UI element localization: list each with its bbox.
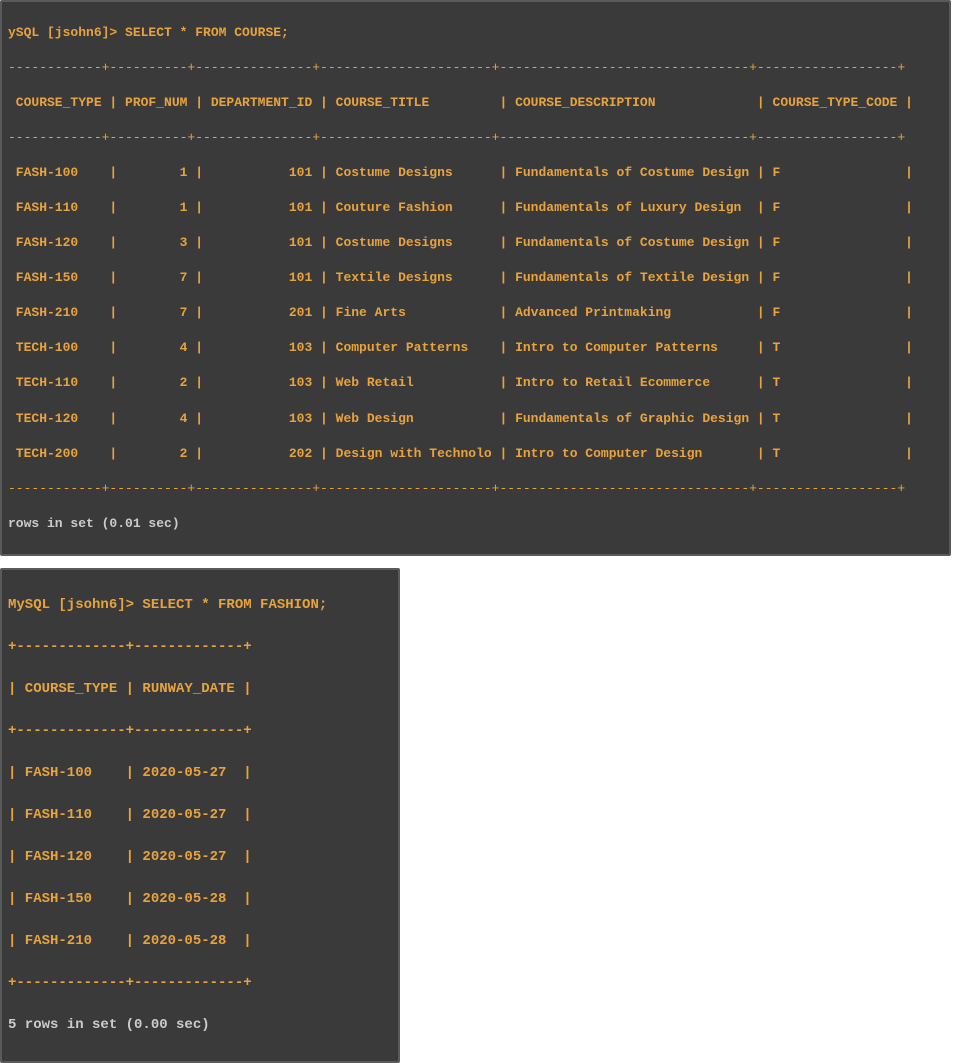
table-row: TECH-200 | 2 | 202 | Design with Technol… — [8, 445, 943, 463]
result-summary-fashion: 5 rows in set (0.00 sec) — [8, 1015, 392, 1036]
table-row: FASH-100 | 1 | 101 | Costume Designs | F… — [8, 164, 943, 182]
table-row: TECH-120 | 4 | 103 | Web Design | Fundam… — [8, 410, 943, 428]
table-row: | FASH-100 | 2020-05-27 | — [8, 763, 392, 784]
table-border-mid: ------------+----------+---------------+… — [8, 129, 943, 147]
table-row: | FASH-150 | 2020-05-28 | — [8, 889, 392, 910]
table-row: FASH-120 | 3 | 101 | Costume Designs | F… — [8, 234, 943, 252]
table-row: TECH-100 | 4 | 103 | Computer Patterns |… — [8, 339, 943, 357]
table-border-mid: +-------------+-------------+ — [8, 721, 392, 742]
mysql-terminal-course: ySQL [jsohn6]> SELECT * FROM COURSE; ---… — [0, 0, 951, 556]
table-border-top: +-------------+-------------+ — [8, 637, 392, 658]
table-row: | FASH-210 | 2020-05-28 | — [8, 931, 392, 952]
table-row: TECH-110 | 2 | 103 | Web Retail | Intro … — [8, 374, 943, 392]
sql-prompt-course: ySQL [jsohn6]> SELECT * FROM COURSE; — [8, 24, 943, 42]
table-border-bot: ------------+----------+---------------+… — [8, 480, 943, 498]
mysql-terminal-fashion: MySQL [jsohn6]> SELECT * FROM FASHION; +… — [0, 568, 400, 1063]
table-border-bot: +-------------+-------------+ — [8, 973, 392, 994]
table-row: | FASH-110 | 2020-05-27 | — [8, 805, 392, 826]
table-header-fashion: | COURSE_TYPE | RUNWAY_DATE | — [8, 679, 392, 700]
table-row: | FASH-120 | 2020-05-27 | — [8, 847, 392, 868]
table-row: FASH-210 | 7 | 201 | Fine Arts | Advance… — [8, 304, 943, 322]
result-summary-course: rows in set (0.01 sec) — [8, 515, 943, 533]
table-row: FASH-110 | 1 | 101 | Couture Fashion | F… — [8, 199, 943, 217]
table-header-course: COURSE_TYPE | PROF_NUM | DEPARTMENT_ID |… — [8, 94, 943, 112]
table-border-top: ------------+----------+---------------+… — [8, 59, 943, 77]
sql-prompt-fashion: MySQL [jsohn6]> SELECT * FROM FASHION; — [8, 595, 392, 616]
table-row: FASH-150 | 7 | 101 | Textile Designs | F… — [8, 269, 943, 287]
